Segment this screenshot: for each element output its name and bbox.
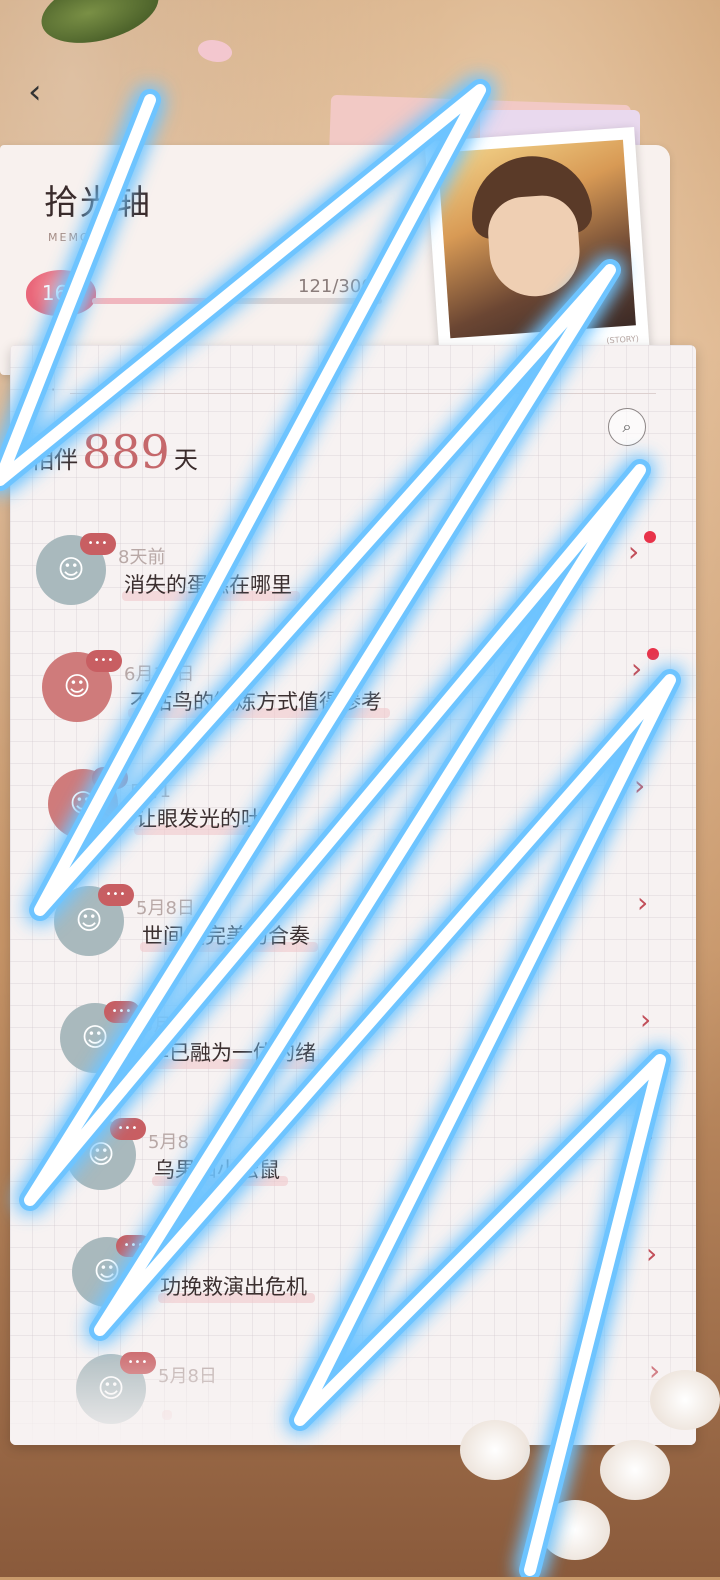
plus-decoration: + · (22, 380, 56, 399)
timeline-row[interactable]: ☺ ••• 日功挽救演出危机 › (0, 1217, 700, 1327)
character-photo[interactable]: (STORY) (424, 126, 650, 362)
timeline-row[interactable]: ☺ ••• 5月8日 世间最完美的合奏 › (0, 866, 700, 976)
chevron-right-icon[interactable]: › (643, 1120, 654, 1153)
progress-text: 121/3000 (298, 276, 385, 297)
story-title: 世间最完美的合奏 (142, 924, 310, 948)
story-date: 5月8日 (136, 898, 195, 919)
chat-bubble-icon: ••• (104, 1001, 140, 1023)
search-button[interactable]: ⌕ (608, 408, 646, 446)
flower (460, 1420, 530, 1480)
level-value: 168 (41, 281, 81, 305)
divider (70, 393, 656, 394)
chat-bubble-icon: ••• (86, 650, 122, 672)
chat-bubble-icon: ••• (92, 767, 128, 789)
story-date: 5月1 (130, 781, 171, 802)
photo-tag: (STORY) (606, 334, 640, 346)
days-suffix: 天 (173, 446, 198, 474)
title-block: 拾光轴 MEMORY (44, 175, 152, 244)
story-title: 乌果和小松鼠 (154, 1158, 280, 1182)
chevron-left-icon: ‹ (28, 72, 42, 112)
story-date: 5月8 (142, 1015, 183, 1036)
chat-bubble-icon: ••• (116, 1235, 152, 1257)
chevron-right-icon[interactable]: › (631, 652, 642, 685)
story-title: 消失的蛋糕在哪里 (124, 573, 292, 597)
days-prefix: 相伴 (30, 446, 78, 474)
timeline-row[interactable]: ☺ ••• 5月1 让眼发光的吐 › (0, 749, 700, 859)
timeline-row[interactable]: ☺ ••• 6月12日 不咕鸟的锻炼方式值得参考 › (0, 632, 700, 742)
progress-bar (92, 298, 382, 304)
new-indicator-dot (647, 648, 659, 660)
photo-face (485, 193, 583, 300)
flower (540, 1500, 610, 1560)
chat-bubble-icon: ••• (98, 884, 134, 906)
story-title: 让眼发光的吐 (136, 807, 262, 831)
story-date: 6月12日 (124, 664, 195, 685)
chevron-right-icon[interactable]: › (646, 1237, 657, 1270)
story-date: 日 (154, 1249, 172, 1270)
search-icon: ⌕ (622, 417, 632, 436)
flower-decoration (450, 1370, 720, 1580)
chat-bubble-icon: ••• (110, 1118, 146, 1140)
story-date: 5月8 (148, 1132, 189, 1153)
level-badge: 168 (26, 270, 96, 316)
days-counter: 相伴 889 天 (30, 425, 198, 479)
story-title: 早已融为一体的绪 (148, 1041, 316, 1065)
flower (600, 1440, 670, 1500)
days-number: 889 (82, 425, 170, 479)
chat-bubble-icon: ••• (80, 533, 116, 555)
page-subtitle: MEMORY (48, 231, 109, 244)
chevron-right-icon[interactable]: › (628, 535, 639, 568)
story-title: 不咕鸟的锻炼方式值得参考 (130, 690, 382, 714)
new-indicator-dot (644, 531, 656, 543)
chevron-right-icon[interactable]: › (640, 1003, 651, 1036)
page-title: 拾光轴 (44, 183, 152, 223)
back-button[interactable]: ‹ (28, 72, 68, 112)
chevron-right-icon[interactable]: › (634, 769, 645, 802)
story-title: 功挽救演出危机 (160, 1275, 307, 1299)
flower (650, 1370, 720, 1430)
timeline-row[interactable]: ☺ ••• 5月8 乌果和小松鼠 › (0, 1100, 700, 1210)
timeline-row[interactable]: ☺ ••• 5月8 早已融为一体的绪 › (0, 983, 700, 1093)
timeline-row[interactable]: ☺ ••• 8天前 消失的蛋糕在哪里 › (0, 515, 700, 625)
chevron-right-icon[interactable]: › (637, 886, 648, 919)
progress-fill (92, 298, 208, 304)
photo-image (437, 139, 636, 339)
story-date: 8天前 (118, 547, 166, 568)
